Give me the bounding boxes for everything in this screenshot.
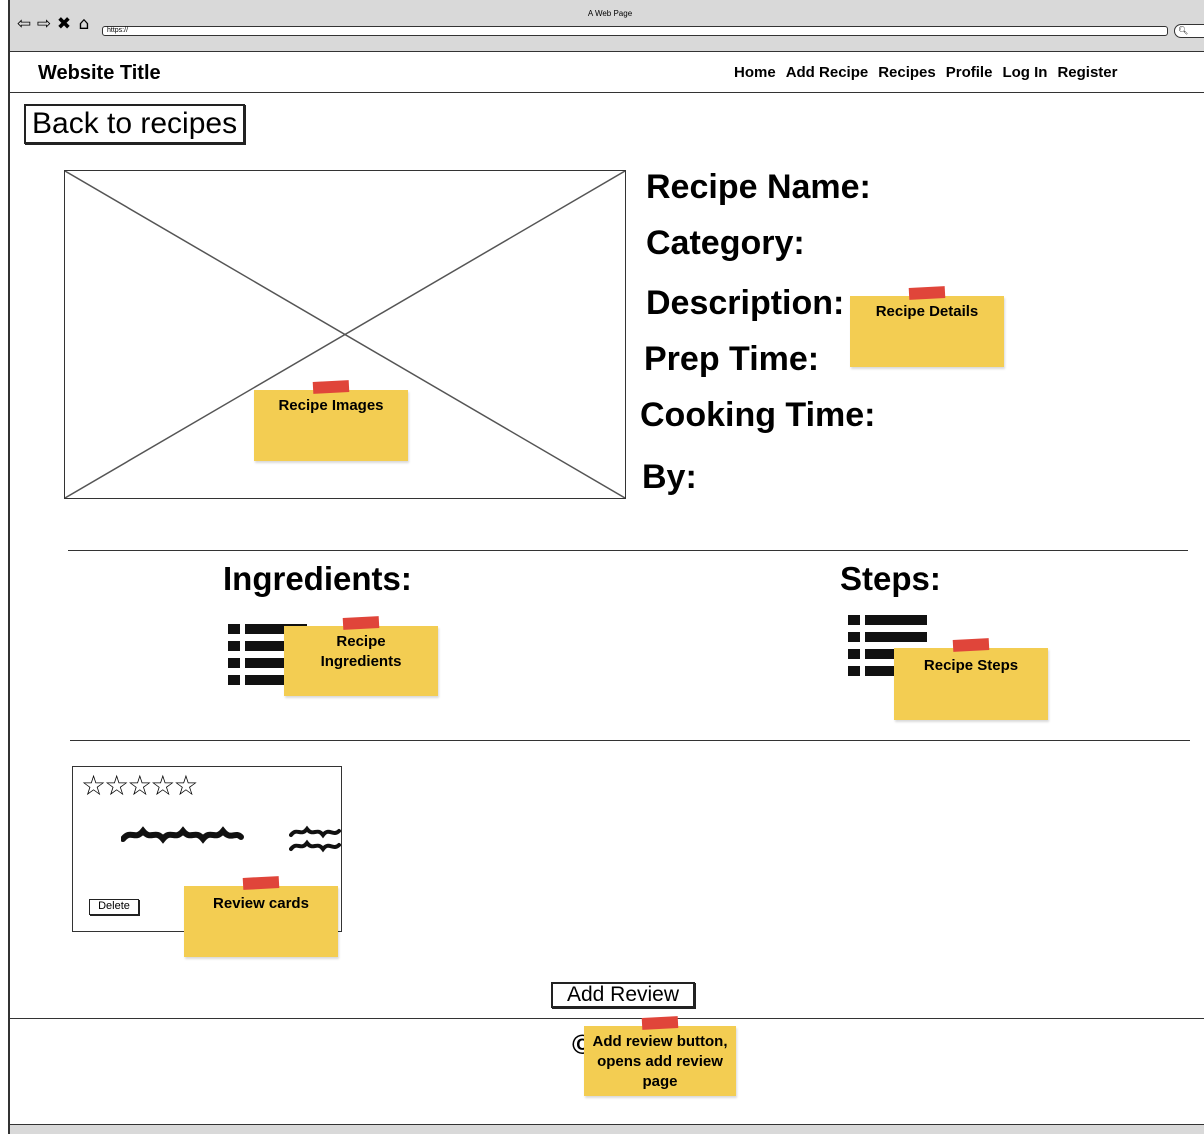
site-header: Website Title Home Add Recipe Recipes Pr… [10,52,1204,93]
nav-log-in[interactable]: Log In [1002,64,1047,81]
delete-review-button[interactable]: Delete [89,899,139,915]
nav-add-recipe[interactable]: Add Recipe [786,64,869,81]
sticky-note-recipe-ingredients: Recipe Ingredients [284,616,438,696]
add-review-button[interactable]: Add Review [551,982,695,1008]
nav-home[interactable]: Home [734,64,776,81]
star-rating[interactable]: ☆☆☆☆☆ [81,769,199,802]
site-title: Website Title [38,62,161,84]
browser-window: A Web Page ⇦ ⇨ ✖ ⌂ https:// 🔍︎ Website T… [8,0,1204,1134]
divider-bottom [70,740,1190,741]
window-title: A Web Page [587,9,633,18]
search-icon[interactable]: 🔍︎ [1174,24,1204,38]
sticky-note-add-review: Add review button, opens add review page [584,1016,736,1096]
browser-chrome: A Web Page ⇦ ⇨ ✖ ⌂ https:// 🔍︎ [10,0,1204,52]
divider-top [68,550,1188,551]
sticky-note-text: Recipe Images [278,397,384,414]
url-bar[interactable]: https:// [102,26,1168,36]
nav-recipes[interactable]: Recipes [878,64,936,81]
prep-time-label: Prep Time: [644,340,820,378]
browser-status-bar [10,1124,1204,1134]
sticky-note-text: Recipe Ingredients [320,633,402,670]
tape [952,638,990,652]
back-arrow-icon[interactable]: ⇦ [16,14,32,34]
steps-heading: Steps: [840,560,941,597]
main-nav: Home Add Recipe Recipes Profile Log In R… [734,64,1117,81]
category-label: Category: [646,224,805,262]
cooking-time-label: Cooking Time: [640,396,876,434]
by-label: By: [642,458,697,496]
home-icon[interactable]: ⌂ [76,14,92,34]
tape [312,380,350,394]
tape [641,1016,679,1030]
sticky-note-text: Recipe Steps [923,657,1019,674]
sticky-note-text: Add review button, opens add review page [592,1033,728,1090]
forward-arrow-icon[interactable]: ⇨ [36,14,52,34]
review-meta-scribble [289,825,341,853]
recipe-name-label: Recipe Name: [646,168,871,206]
tape [342,616,380,630]
sticky-note-text: Review cards [213,895,309,912]
nav-register[interactable]: Register [1057,64,1117,81]
sticky-note-text: Recipe Details [875,303,979,320]
back-to-recipes-button[interactable]: Back to recipes [24,104,246,144]
close-icon[interactable]: ✖ [56,14,72,34]
ingredients-heading: Ingredients: [223,560,412,597]
description-label: Description: [646,284,845,322]
nav-profile[interactable]: Profile [946,64,993,81]
tape [242,876,280,890]
sticky-note-recipe-images: Recipe Images [254,380,408,461]
sticky-note-review-cards: Review cards [184,876,338,957]
sticky-note-recipe-details: Recipe Details [850,286,1004,367]
tape [908,286,946,300]
review-text-scribble [121,826,244,844]
browser-nav-buttons: ⇦ ⇨ ✖ ⌂ [16,14,92,34]
sticky-note-recipe-steps: Recipe Steps [894,638,1048,720]
